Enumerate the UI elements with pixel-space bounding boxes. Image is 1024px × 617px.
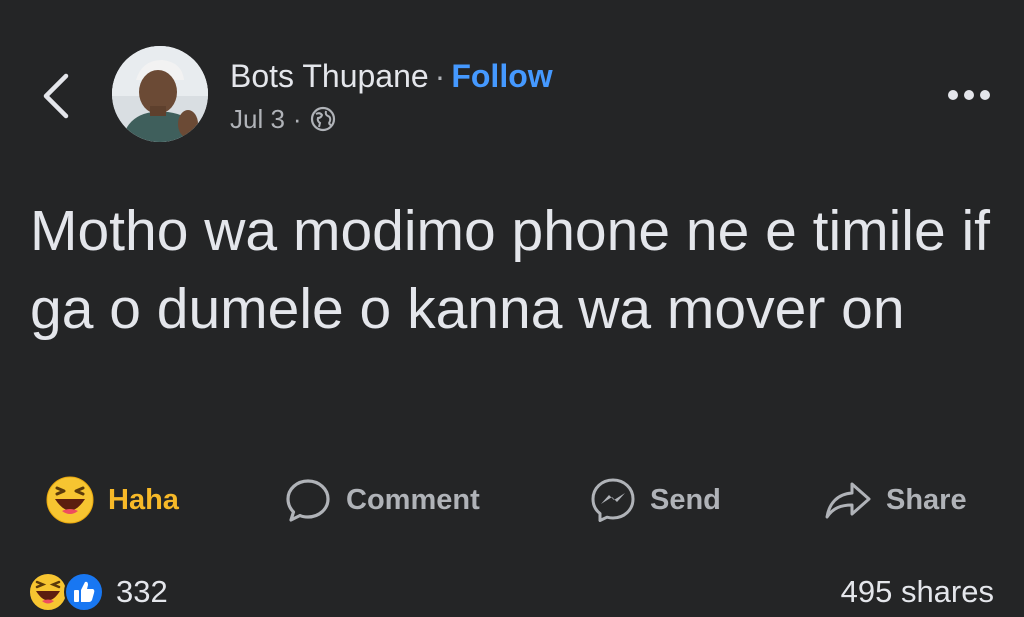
haha-label: Haha xyxy=(108,483,179,516)
name-separator: · xyxy=(434,58,446,94)
globe-icon xyxy=(310,106,336,132)
share-label: Share xyxy=(886,483,967,516)
more-options-button[interactable] xyxy=(944,78,994,112)
reaction-count: 332 xyxy=(116,574,168,609)
author-name[interactable]: Bots Thupane xyxy=(230,58,429,94)
reactions-summary[interactable]: 332 xyxy=(28,572,168,612)
shares-count[interactable]: 495 shares xyxy=(841,574,994,610)
back-button[interactable] xyxy=(34,66,78,126)
post-text: Motho wa modimo phone ne e timile if ga … xyxy=(30,199,990,341)
profile-photo xyxy=(112,46,208,142)
haha-icon xyxy=(46,476,94,524)
comment-button[interactable]: Comment xyxy=(284,470,480,530)
messenger-icon xyxy=(590,477,636,523)
send-label: Send xyxy=(650,483,721,516)
share-button[interactable]: Share xyxy=(824,470,967,530)
follow-button[interactable]: Follow xyxy=(451,58,552,94)
like-reaction-icon xyxy=(64,572,104,617)
haha-button[interactable]: Haha xyxy=(46,470,179,530)
post-date[interactable]: Jul 3 xyxy=(230,102,285,136)
comment-icon xyxy=(284,477,332,523)
date-separator: · xyxy=(292,104,302,134)
more-options-icon xyxy=(948,90,990,100)
action-bar: Haha Comment Send Share xyxy=(0,470,1024,530)
comment-label: Comment xyxy=(346,483,480,516)
post-meta: Jul 3 · xyxy=(230,102,336,136)
send-button[interactable]: Send xyxy=(590,470,721,530)
avatar[interactable] xyxy=(112,46,208,142)
author-line: Bots Thupane · Follow xyxy=(230,56,553,96)
chevron-left-icon xyxy=(43,73,69,119)
haha-reaction-icon xyxy=(28,572,68,617)
share-icon xyxy=(824,480,872,520)
reaction-icons xyxy=(28,572,108,612)
